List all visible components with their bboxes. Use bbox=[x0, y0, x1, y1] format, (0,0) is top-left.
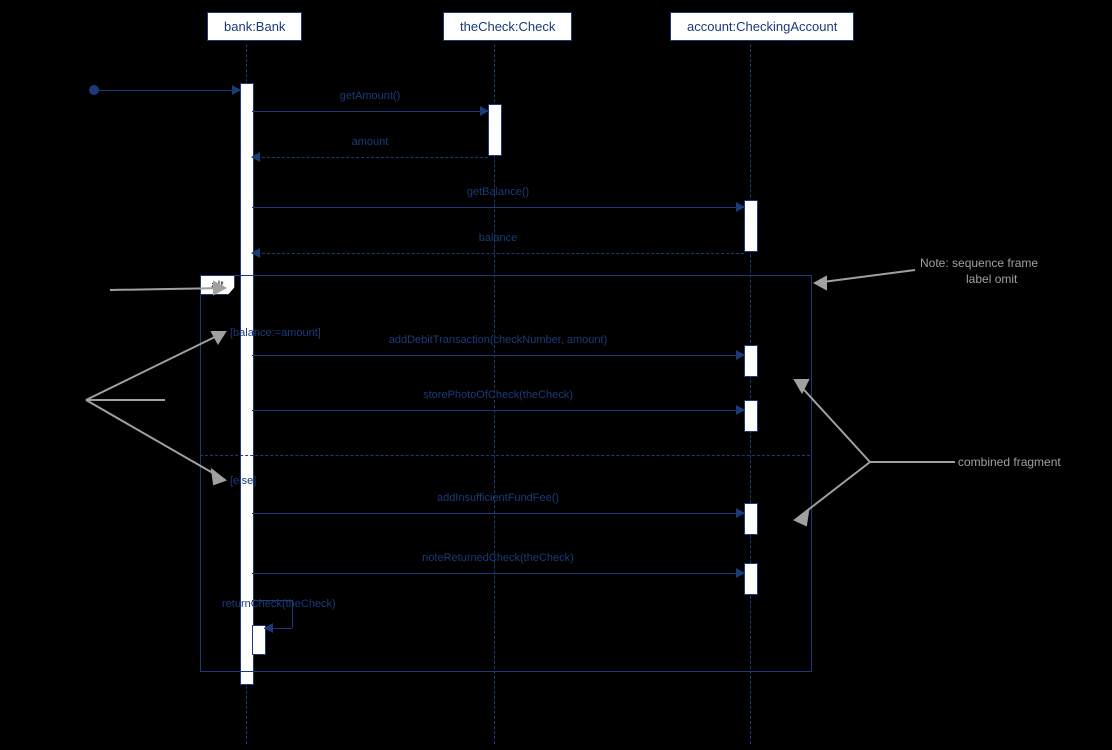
sequence-diagram: bank:Bank theCheck:Check account:Checkin… bbox=[0, 0, 1112, 750]
connectors bbox=[0, 0, 1112, 750]
